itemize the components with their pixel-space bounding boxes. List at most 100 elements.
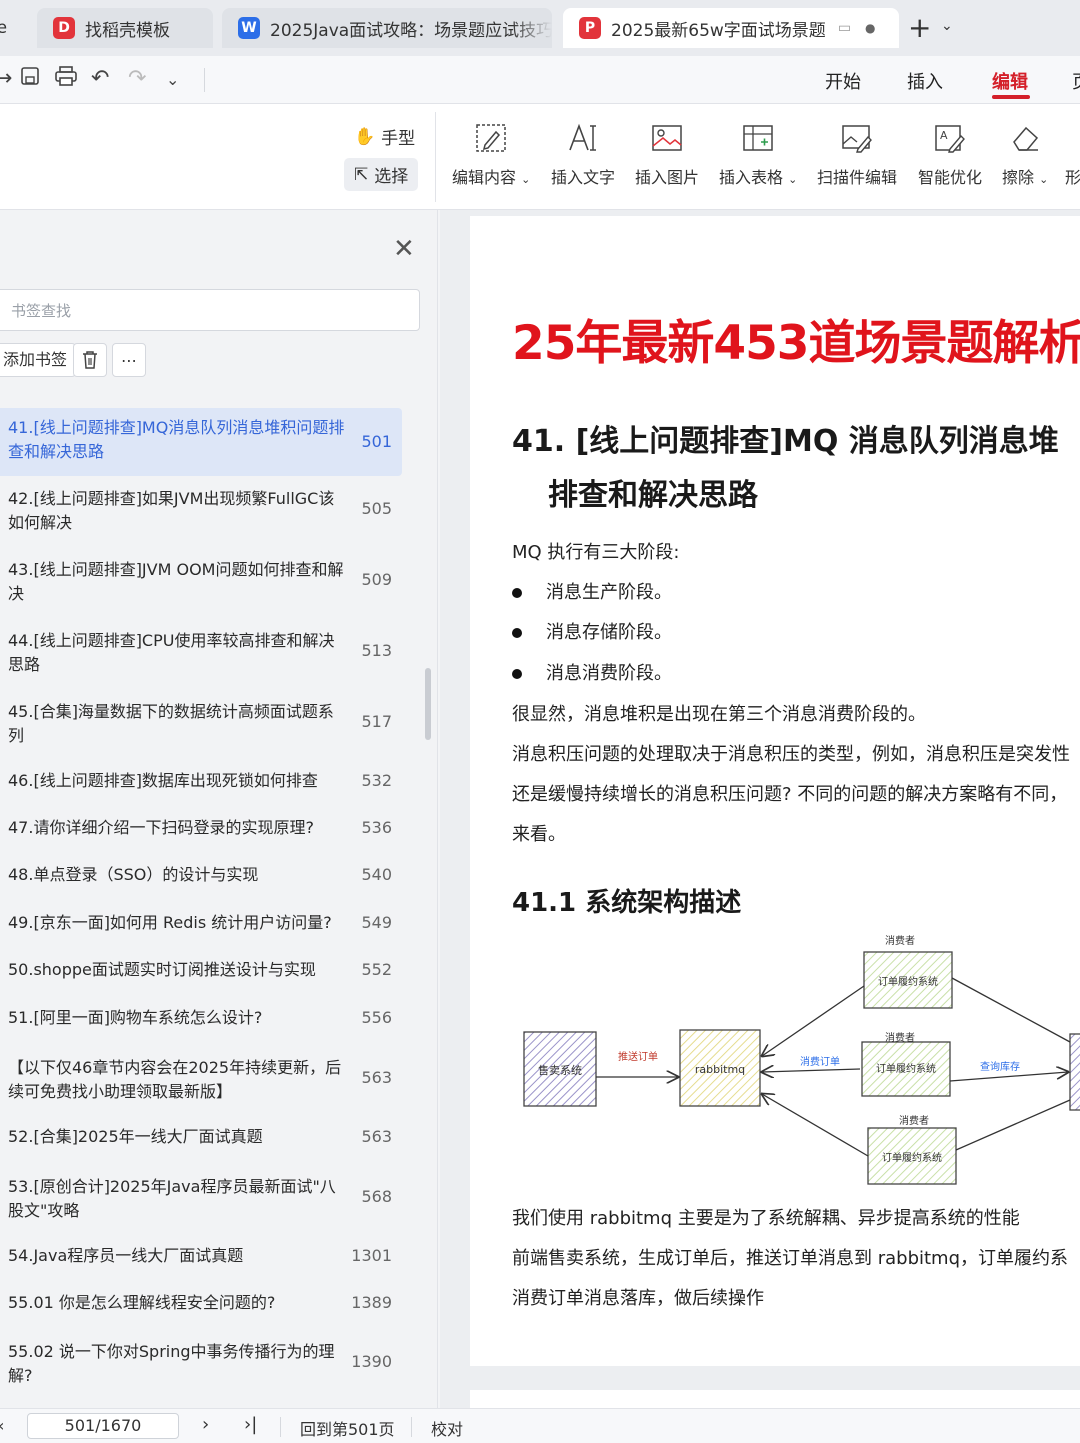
new-tab-button[interactable]: + [908,14,931,42]
subsection-heading: 41.1 系统架构描述 [512,888,742,918]
insert-image-button[interactable]: 插入图片 [635,118,699,188]
scan-edit-button[interactable]: 扫描件编辑 [817,118,897,188]
insert-text-icon [551,118,615,158]
bookmark-search-input[interactable]: 书签查找 [0,289,420,331]
bookmark-item[interactable]: 52.[合集]2025年一线大厂面试真题 563 [0,1119,402,1155]
goto-page-link[interactable]: 回到第501页 [300,1416,395,1440]
chevron-down-icon[interactable]: ⌄ [941,18,953,34]
bookmark-page: 549 [361,913,392,932]
next-page-icon[interactable]: › [202,1414,209,1435]
bookmark-item[interactable]: 53.[原创合计]2025年Java程序员最新面试"八股文"攻略 568 [0,1167,402,1227]
bookmark-item[interactable]: 48.单点登录（SSO）的设计与实现 540 [0,857,402,893]
section-heading: 41. [线上问题排查]MQ 消息队列消息堆 [512,424,1059,459]
bookmark-item[interactable]: 47.请你详细介绍一下扫码登录的实现原理? 536 [0,810,402,846]
bookmark-page: 1389 [351,1293,392,1312]
bookmark-page: 552 [361,960,392,979]
scrollbar-thumb[interactable] [425,668,431,740]
bookmark-item[interactable]: 41.[线上问题排查]MQ消息队列消息堆积问题排查和解决思路 501 [0,408,402,476]
paragraph: 消费订单消息落库，做后续操作 [512,1288,764,1309]
svg-text:A: A [940,129,948,142]
menu-start[interactable]: 开始 [825,68,861,94]
menu-page[interactable]: 页 [1072,68,1080,94]
proofread-button[interactable]: 校对 [431,1416,463,1440]
tool-label: 扫描件编辑 [817,168,898,187]
bookmark-item[interactable]: 50.shoppe面试题实时订阅推送设计与实现 552 [0,952,402,988]
bookmark-title: 47.请你详细介绍一下扫码登录的实现原理? [8,818,314,837]
bookmark-item[interactable]: 49.[京东一面]如何用 Redis 统计用户访问量? 549 [0,905,402,941]
word-icon: W [238,17,260,39]
select-tool-label: 选择 [374,167,409,187]
active-menu-indicator [992,95,1030,99]
tab-scenario-pdf[interactable]: P 2025最新65w字面试场景题 ▭ ● [563,8,899,48]
tab-docer-templates[interactable]: D 找稻壳模板 [37,8,213,48]
bookmark-item[interactable]: 【以下仅46章节内容会在2025年持续更新，后续可免费找小助理领取最新版】 563 [0,1048,402,1108]
print-icon[interactable] [55,66,77,92]
shape-button[interactable]: 形 [1065,118,1080,188]
hand-icon: ✋ [354,126,376,147]
order-system-label: 订单履约系统 [878,975,938,988]
redo-icon[interactable]: ↷ [128,66,146,91]
bullet-item: 消息消费阶段。 [512,659,672,685]
tool-label: 插入图片 [635,168,700,187]
eraser-button[interactable]: 擦除 ⌄ [1002,118,1048,188]
undo-icon[interactable]: ↶ [91,66,109,91]
share-icon[interactable]: ↪ [0,66,12,91]
bookmark-item[interactable]: 55.02 说一下你对Spring中事务传播行为的理解? 1390 [0,1332,402,1392]
order-system-label: 订单履约系统 [876,1062,936,1075]
last-page-icon[interactable]: ›| [244,1414,257,1435]
bookmark-item[interactable]: 45.[合集]海量数据下的数据统计高频面试题系列 517 [0,692,402,752]
bookmark-item[interactable]: 54.Java程序员一线大厂面试真题 1301 [0,1238,402,1274]
more-options-button[interactable]: ⋯ [112,343,146,377]
bookmark-item[interactable]: 43.[线上问题排查]JVM OOM问题如何排查和解决 509 [0,550,402,610]
tab-java-guide[interactable]: W 2025Java面试攻略：场景题应试技巧 [222,8,552,48]
bookmark-title: 43.[线上问题排查]JVM OOM问题如何排查和解决 [8,560,344,603]
bookmark-title: 41.[线上问题排查]MQ消息队列消息堆积问题排查和解决思路 [8,418,345,461]
document-viewer: 25年最新453道场景题解析 41. [线上问题排查]MQ 消息队列消息堆 排查… [440,210,1080,1430]
query-inventory-label: 查询库存 [980,1060,1020,1073]
insert-table-button[interactable]: 插入表格 ⌄ [719,118,797,188]
select-tool-button[interactable]: ⇱ 选择 [344,158,419,191]
insert-text-button[interactable]: 插入文字 [551,118,615,188]
unsaved-dot-icon[interactable]: ● [865,21,875,35]
smart-optimize-button[interactable]: A 智能优化 [918,118,982,188]
tab-label: 2025Java面试攻略：场景题应试技巧 [270,20,552,41]
tab-label: re [0,18,8,38]
bookmark-page: 505 [361,499,392,518]
cursor-icon: ⇱ [354,164,369,185]
bookmark-title: 44.[线上问题排查]CPU使用率较高排查和解决思路 [8,631,335,674]
bookmark-page: 517 [361,712,392,731]
bookmark-item[interactable]: 55.01 你是怎么理解线程安全问题的? 1389 [0,1285,402,1321]
page-number-input[interactable]: 501/1670 [27,1413,179,1439]
add-bookmark-button[interactable]: 添加书签 [0,343,77,377]
pdf-page: 25年最新453道场景题解析 41. [线上问题排查]MQ 消息队列消息堆 排查… [470,216,1080,1366]
insert-table-icon [719,118,797,158]
hand-tool-button[interactable]: ✋ 手型 [344,120,425,153]
bookmark-title: 53.[原创合计]2025年Java程序员最新面试"八股文"攻略 [8,1177,336,1220]
monitor-icon: ▭ [837,20,852,36]
tab-partial[interactable]: re [0,8,18,48]
bookmark-item[interactable]: 44.[线上问题排查]CPU使用率较高排查和解决思路 513 [0,621,402,681]
docer-icon: D [53,17,75,39]
close-icon[interactable]: ✕ [393,234,415,264]
bookmark-page: 1301 [351,1246,392,1265]
architecture-diagram: 售卖系统 rabbitmq 消费者 订单履约系统 消费者 订单履约系统 消费者 … [523,934,1080,1185]
save-icon[interactable] [20,66,40,92]
hand-tool-label: 手型 [381,129,416,149]
edit-content-button[interactable]: 编辑内容 ⌄ [452,118,530,188]
bookmark-title: 45.[合集]海量数据下的数据统计高频面试题系列 [8,702,334,745]
prev-page-icon[interactable]: ‹ [0,1416,4,1435]
chevron-down-icon[interactable]: ⌄ [166,70,179,89]
bookmark-title: 51.[阿里一面]购物车系统怎么设计? [8,1008,263,1027]
bookmark-item[interactable]: 42.[线上问题排查]如果JVM出现频繁FullGC该如何解决 505 [0,479,402,539]
tool-label: 擦除 [1002,168,1035,187]
menu-insert[interactable]: 插入 [907,68,943,94]
bookmark-item[interactable]: 51.[阿里一面]购物车系统怎么设计? 556 [0,1000,402,1036]
bookmark-title: 50.shoppe面试题实时订阅推送设计与实现 [8,960,316,979]
delete-bookmark-button[interactable] [73,343,107,377]
menu-edit[interactable]: 编辑 [992,68,1028,94]
tool-label: 插入文字 [551,168,616,187]
bookmark-item[interactable]: 46.[线上问题排查]数据库出现死锁如何排查 532 [0,763,402,799]
scan-edit-icon [817,118,897,158]
bookmark-title: 48.单点登录（SSO）的设计与实现 [8,865,259,884]
tab-label: 2025最新65w字面试场景题 [611,20,826,41]
